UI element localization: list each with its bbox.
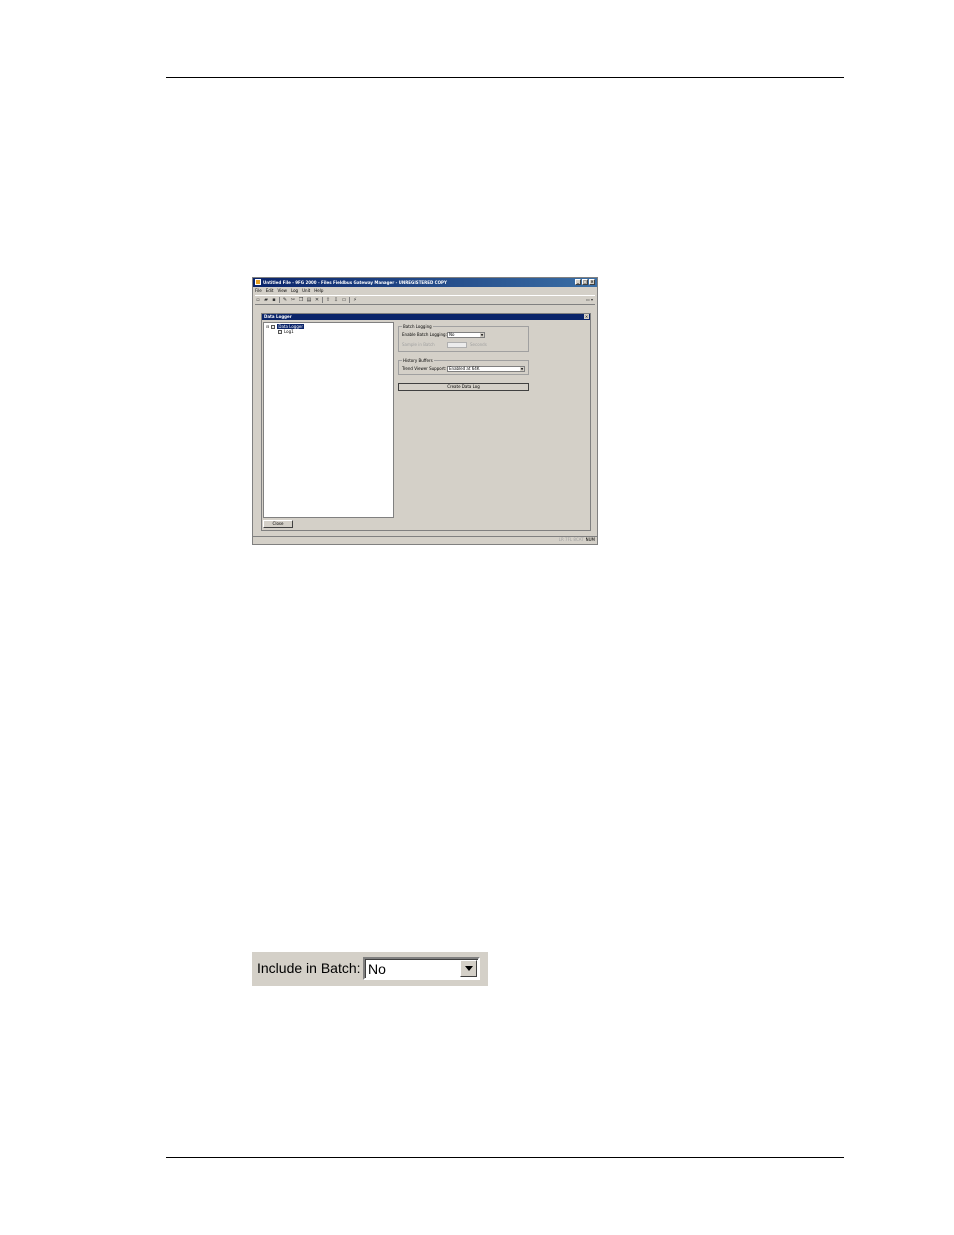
status-indicators: LR 7FL 8CAT	[558, 537, 584, 542]
open-folder-icon[interactable]: ▰	[263, 297, 269, 303]
sample-in-batch-label: Sample in Batch	[402, 342, 435, 347]
history-buffers-group: History Buffers Trend Viewer Support: En…	[398, 358, 529, 375]
toolbar-divider	[322, 297, 323, 303]
move-up-icon[interactable]: ⇧	[325, 297, 331, 303]
enable-batch-logging-label: Enable Batch Logging:	[402, 332, 447, 337]
chevron-down-icon[interactable]: ▼	[520, 367, 524, 371]
move-down-icon[interactable]: ⇩	[333, 297, 339, 303]
paste-icon[interactable]: ▤	[306, 297, 312, 303]
include-in-batch-label: Include in Batch:	[257, 960, 361, 976]
save-icon[interactable]: ▪	[271, 297, 277, 303]
seconds-label: Seconds	[470, 342, 487, 347]
include-in-batch-crop: Include in Batch: No	[252, 952, 488, 986]
cut-icon[interactable]: ✂	[290, 297, 296, 303]
minimize-icon[interactable]: _	[575, 279, 581, 285]
data-logger-tree[interactable]: ⊟ Data Logger Log1	[263, 322, 394, 518]
menu-help[interactable]: Help	[314, 288, 323, 294]
toolbar: ▫ ▰ ▪ ✎ ✂ ❐ ▤ ✕ ⇧ ⇩ ▭ ⚡ ▭ ▾	[255, 295, 595, 305]
app-titlebar: Untitled File - 9FG 2000 - Files Fieldbu…	[253, 278, 597, 287]
menu-file[interactable]: File	[255, 288, 262, 294]
header-rule	[166, 77, 844, 78]
chevron-down-icon[interactable]	[460, 960, 477, 977]
chevron-down-icon[interactable]: ▼	[480, 333, 484, 337]
tree-item-log1[interactable]: Log1	[278, 329, 294, 334]
create-data-log-button[interactable]: Create Data Log	[398, 383, 529, 391]
app-icon	[255, 279, 261, 285]
num-lock-indicator: NUM	[585, 537, 595, 542]
menubar: File Edit View Log Unit Help	[255, 288, 323, 294]
menu-view[interactable]: View	[277, 288, 287, 294]
menu-edit[interactable]: Edit	[266, 288, 274, 294]
include-in-batch-value: No	[368, 961, 386, 977]
new-file-icon[interactable]: ▫	[255, 297, 261, 303]
tree-expand-icon[interactable]: ⊟	[266, 324, 269, 329]
app-title: Untitled File - 9FG 2000 - Files Fieldbu…	[263, 280, 447, 285]
trend-viewer-support-select[interactable]: Enabled at 64K ▼	[447, 366, 525, 372]
toolbar-divider	[279, 297, 280, 303]
data-logger-title: Data Logger	[262, 314, 590, 320]
menu-log[interactable]: Log	[291, 288, 298, 294]
close-icon[interactable]: ×	[589, 279, 595, 285]
footer-rule	[166, 1157, 844, 1158]
delete-icon[interactable]: ✕	[314, 297, 320, 303]
include-in-batch-select[interactable]: No	[363, 957, 480, 980]
trend-viewer-support-value: Enabled at 64K	[449, 366, 480, 371]
enable-batch-logging-select[interactable]: No ▼	[447, 332, 485, 338]
connect-icon[interactable]: ⚡	[352, 297, 358, 303]
menu-unit[interactable]: Unit	[302, 288, 310, 294]
data-logger-close-icon[interactable]: ×	[584, 314, 589, 319]
close-button[interactable]: Close	[263, 520, 293, 528]
enable-batch-logging-value: No	[449, 332, 455, 337]
history-buffers-label: History Buffers	[402, 358, 434, 363]
batch-logging-label: Batch Logging	[402, 324, 433, 329]
app-window-screenshot: Untitled File - 9FG 2000 - Files Fieldbu…	[252, 277, 598, 545]
trend-viewer-support-label: Trend Viewer Support:	[402, 366, 447, 371]
log-icon	[278, 329, 282, 334]
toolbar-dropdown-icon[interactable]: ▭ ▾	[586, 297, 593, 302]
maximize-icon[interactable]: □	[582, 279, 588, 285]
statusbar: LR 7FL 8CAT NUM	[253, 536, 597, 544]
properties-icon[interactable]: ▭	[341, 297, 347, 303]
toolbar-divider	[349, 297, 350, 303]
data-logger-window: Data Logger × ⊟ Data Logger Log1 Close B…	[261, 313, 591, 531]
sample-in-batch-spinner[interactable]	[447, 342, 467, 348]
batch-logging-group: Batch Logging Enable Batch Logging: No ▼…	[398, 324, 529, 352]
copy-icon[interactable]: ❐	[298, 297, 304, 303]
edit-icon[interactable]: ✎	[282, 297, 288, 303]
logger-icon	[271, 324, 276, 329]
